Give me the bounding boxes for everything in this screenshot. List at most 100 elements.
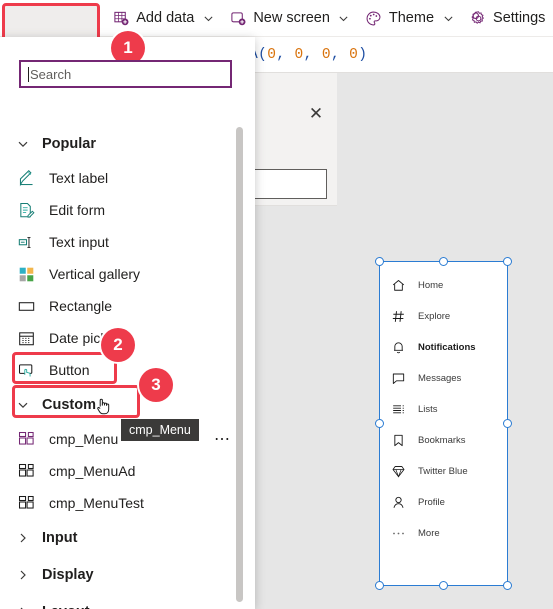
resize-handle-bottom-center[interactable] — [439, 581, 448, 590]
message-icon — [390, 370, 407, 387]
hash-icon — [390, 308, 407, 325]
button-icon — [16, 360, 36, 380]
new-screen-button[interactable]: New screen — [222, 3, 358, 33]
menu-item-more[interactable]: More — [380, 518, 507, 549]
menu-item-label: Lists — [418, 404, 438, 415]
resize-handle-top-center[interactable] — [439, 257, 448, 266]
menu-item-home[interactable]: Home — [380, 270, 507, 301]
menu-item-notifications[interactable]: Notifications — [380, 332, 507, 363]
menu-item-profile[interactable]: Profile — [380, 487, 507, 518]
group-header-custom[interactable]: Custom — [0, 386, 255, 423]
menu-item-label: Home — [418, 280, 444, 291]
home-icon — [390, 277, 407, 294]
control-item-label: cmp_MenuAd — [49, 463, 136, 479]
control-item-label: Rectangle — [49, 298, 113, 314]
properties-panel: ✕ — [242, 73, 337, 206]
chevron-right-icon — [16, 531, 30, 545]
menu-item-label: Bookmarks — [418, 435, 466, 446]
chevron-right-icon — [16, 568, 30, 582]
chevron-right-icon — [16, 605, 30, 609]
scrollbar-track[interactable] — [236, 82, 249, 602]
resize-handle-middle-left[interactable] — [375, 419, 384, 428]
control-item-label: Vertical gallery — [49, 266, 141, 282]
bell-icon — [390, 339, 407, 356]
search-field[interactable] — [19, 60, 232, 88]
resize-handle-bottom-left[interactable] — [375, 581, 384, 590]
control-item-cmp-menutest[interactable]: cmp_MenuTest — [0, 487, 255, 519]
text-caret — [28, 66, 29, 82]
add-data-button[interactable]: Add data — [105, 3, 222, 33]
theme-button[interactable]: Theme — [358, 3, 462, 33]
component-icon — [16, 493, 36, 513]
control-item-label: cmp_MenuTest — [49, 495, 144, 511]
rectangle-icon — [16, 296, 36, 316]
resize-handle-bottom-right[interactable] — [503, 581, 512, 590]
control-item-edit-form[interactable]: Edit form — [0, 194, 255, 226]
text-input-icon — [16, 232, 36, 252]
vertical-gallery-icon — [16, 264, 36, 284]
menu-item-label: Twitter Blue — [418, 466, 468, 477]
menu-item-label: Messages — [418, 373, 462, 384]
annotation-badge-2: 2 — [101, 328, 135, 362]
chevron-down-icon — [337, 11, 351, 25]
group-header-popular[interactable]: Popular — [0, 125, 255, 162]
menu-item-label: Explore — [418, 311, 451, 322]
group-label: Custom — [42, 396, 96, 413]
diamond-icon — [390, 463, 407, 480]
mouse-cursor-icon — [95, 396, 113, 418]
group-label: Display — [42, 566, 94, 583]
theme-label: Theme — [388, 10, 435, 26]
group-label: Layout — [42, 604, 90, 609]
group-header-layout[interactable]: Layout — [0, 593, 255, 609]
menu-item-explore[interactable]: Explore — [380, 301, 507, 332]
edit-form-icon — [16, 200, 36, 220]
settings-label: Settings — [493, 10, 546, 26]
overflow-menu-icon[interactable]: ⋯ — [214, 429, 231, 449]
insert-flyout-panel: Popular Text label Edit form Text input — [0, 37, 255, 609]
search-input[interactable] — [30, 66, 215, 82]
group-header-display[interactable]: Display — [0, 556, 255, 593]
chevron-down-icon — [16, 137, 30, 151]
resize-handle-top-right[interactable] — [503, 257, 512, 266]
menu-item-lists[interactable]: Lists — [380, 394, 507, 425]
menu-component-list: Home Explore Notifications Messages List — [380, 262, 507, 549]
command-bar: Insert Add data New screen — [0, 0, 553, 38]
date-picker-icon — [16, 328, 36, 348]
person-icon — [390, 494, 407, 511]
control-item-text-input[interactable]: Text input — [0, 226, 255, 258]
settings-button[interactable]: Settings — [462, 3, 552, 33]
lists-icon — [390, 401, 407, 418]
menu-item-twitter-blue[interactable]: Twitter Blue — [380, 456, 507, 487]
control-item-vertical-gallery[interactable]: Vertical gallery — [0, 258, 255, 290]
resize-handle-middle-right[interactable] — [503, 419, 512, 428]
text-label-icon — [16, 168, 36, 188]
more-icon — [390, 525, 407, 542]
close-icon[interactable]: ✕ — [305, 103, 327, 125]
control-item-label: cmp_Menu — [49, 431, 119, 447]
menu-item-messages[interactable]: Messages — [380, 363, 507, 394]
insert-button-background — [5, 6, 97, 38]
formula-text: A(0, 0, 0, 0) — [249, 46, 368, 63]
control-item-label: Text label — [49, 170, 109, 186]
chevron-down-icon — [441, 11, 455, 25]
add-data-icon — [112, 9, 130, 27]
menu-item-label: Notifications — [418, 342, 476, 353]
menu-item-label: More — [418, 528, 440, 539]
menu-item-bookmarks[interactable]: Bookmarks — [380, 425, 507, 456]
resize-handle-top-left[interactable] — [375, 257, 384, 266]
tooltip: cmp_Menu — [121, 419, 199, 441]
group-header-input[interactable]: Input — [0, 519, 255, 556]
scrollbar-thumb[interactable] — [236, 127, 243, 602]
control-item-cmp-menuad[interactable]: cmp_MenuAd — [0, 455, 255, 487]
new-screen-label: New screen — [253, 10, 330, 26]
menu-component-selection[interactable]: Home Explore Notifications Messages List — [379, 261, 508, 586]
chevron-down-icon — [16, 398, 30, 412]
menu-item-label: Profile — [418, 497, 445, 508]
component-icon — [16, 461, 36, 481]
control-item-label: Text input — [49, 234, 109, 250]
control-item-text-label[interactable]: Text label — [0, 162, 255, 194]
control-item-rectangle[interactable]: Rectangle — [0, 290, 255, 322]
formula-bar[interactable]: A(0, 0, 0, 0) — [247, 37, 553, 73]
bookmark-icon — [390, 432, 407, 449]
new-screen-icon — [229, 9, 247, 27]
